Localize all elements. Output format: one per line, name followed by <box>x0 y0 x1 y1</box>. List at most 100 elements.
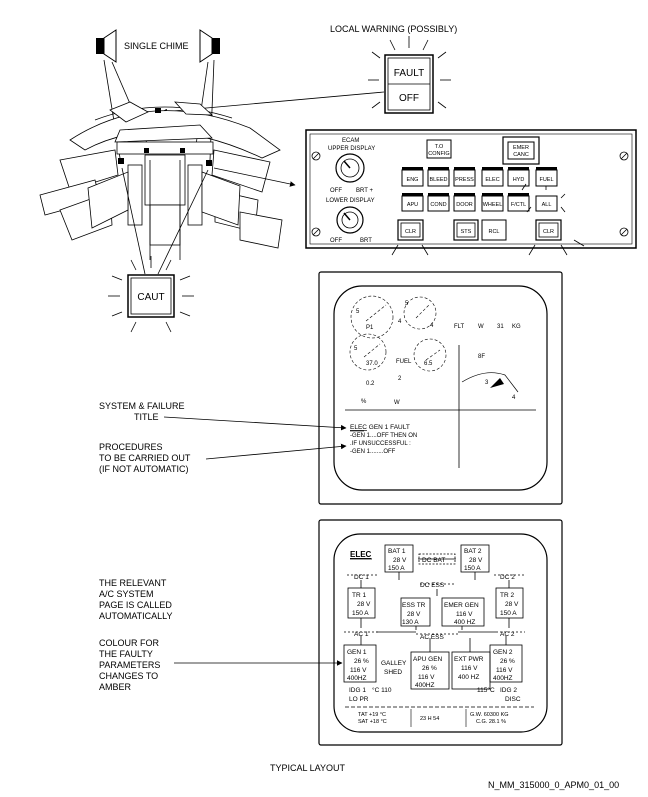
gen2-voltage: 116 V <box>496 667 513 674</box>
procedure-line-2: .IF UNSUCCESSFUL : <box>350 441 411 447</box>
svg-text:CONFIG: CONFIG <box>428 151 449 157</box>
relevant-label-2: A/C SYSTEM <box>99 589 154 599</box>
idg2-temp: 115°C <box>477 686 495 694</box>
ext-pwr-frequency: 400 HZ <box>458 674 479 681</box>
system-failure-label-2: TITLE <box>134 412 159 422</box>
cg-value: C.G. 28.1 % <box>476 719 506 725</box>
ecam-label: ECAM <box>342 138 359 144</box>
emer-canc-button[interactable]: EMER CANC <box>502 136 540 165</box>
svg-text:W: W <box>394 400 400 406</box>
upper-display-label: UPPER DISPLAY <box>328 146 375 152</box>
ac2-bus: AC 2 <box>500 631 515 638</box>
speaker-left-icon <box>96 29 117 63</box>
key-eng[interactable]: ENG <box>407 177 419 183</box>
key-door[interactable]: DOOR <box>456 202 473 208</box>
upper-display-knob[interactable] <box>335 153 365 183</box>
tr2-voltage: 28 V <box>505 601 519 608</box>
typical-layout-caption: TYPICAL LAYOUT <box>270 763 346 773</box>
apu-gen-load: 26 % <box>422 665 437 672</box>
svg-text:STS: STS <box>461 229 472 235</box>
svg-text:6.5: 6.5 <box>424 361 433 367</box>
apu-gen-voltage: 116 V <box>418 674 435 681</box>
svg-text:T.O: T.O <box>435 144 444 150</box>
bat2-current: 150 A <box>464 565 481 572</box>
svg-text:CLR: CLR <box>543 229 554 235</box>
procedure-line-3: -GEN 1........OFF <box>350 449 396 455</box>
key-fctl[interactable]: F/CTL <box>511 202 526 208</box>
ess-tr-name: ESS TR <box>402 602 426 609</box>
relevant-label-4: AUTOMATICALLY <box>99 611 173 621</box>
lower-display-knob[interactable] <box>336 206 364 234</box>
key-elec[interactable]: ELEC <box>485 177 499 183</box>
tat-value: TAT +19 °C <box>358 712 386 718</box>
svg-text:37.0: 37.0 <box>366 361 378 367</box>
svg-text:P1: P1 <box>366 325 374 331</box>
gen1-voltage: 116 V <box>350 667 367 674</box>
key-wheel[interactable]: WHEEL <box>483 202 503 208</box>
apu-gen-name: APU GEN <box>413 656 443 663</box>
svg-text:KG: KG <box>512 324 521 330</box>
key-apu[interactable]: APU <box>407 202 418 208</box>
local-warning-label: LOCAL WARNING (POSSIBLY) <box>330 24 457 34</box>
bat1-current: 150 A <box>388 565 405 572</box>
failure-title: ELEC GEN 1 FAULT <box>350 424 410 431</box>
key-all[interactable]: ALL <box>542 202 552 208</box>
colour-label-5: AMBER <box>99 682 132 692</box>
key-cond[interactable]: COND <box>430 202 446 208</box>
tr1-voltage: 28 V <box>357 601 371 608</box>
tr1-name: TR 1 <box>352 592 366 599</box>
dc-bat-bus: DC BAT <box>422 557 445 564</box>
emer-gen-name: EMER GEN <box>444 602 479 609</box>
key-bleed[interactable]: BLEED <box>429 177 447 183</box>
colour-label-3: PARAMETERS <box>99 660 160 670</box>
idg1-lo-pr: LO PR <box>349 696 369 703</box>
figure-id: N_MM_315000_0_APM0_01_00 <box>488 780 619 790</box>
emer-gen-voltage: 116 V <box>456 611 473 618</box>
tr1-current: 150 A <box>352 610 369 617</box>
relevant-label-1: THE RELEVANT <box>99 578 167 588</box>
time-value: 23 H 54 <box>420 716 439 722</box>
emer-gen-frequency: 400 HZ <box>454 619 475 626</box>
ecam-control-panel: ECAM UPPER DISPLAY OFF BRT + LOWER DISPL… <box>305 129 637 256</box>
procedures-label-1: PROCEDURES <box>99 442 163 452</box>
lower-off-label: OFF <box>330 238 342 244</box>
procedures-label-3: (IF NOT AUTOMATIC) <box>99 464 189 474</box>
procedure-line-1: -GEN 1....OFF THEN ON <box>350 433 417 439</box>
caut-light: CAUT <box>127 274 175 318</box>
key-fuel[interactable]: FUEL <box>539 177 553 183</box>
engine-warning-display: 5 P1 4 5 4 5 37.0 FUEL 6.5 0.2 2 FLT W 8… <box>318 271 563 505</box>
gen1-frequency: 400HZ <box>347 675 367 682</box>
clr-left-button[interactable]: CLR <box>397 219 424 241</box>
gross-weight-value: G.W. 60300 KG <box>470 712 509 718</box>
colour-label-2: THE FAULTY <box>99 649 153 659</box>
dc-ess-bus: DC ESS <box>420 582 445 589</box>
svg-text:CLR: CLR <box>405 229 416 235</box>
elec-system-display: ELEC BAT 1 28 V 150 A BAT 2 28 V 150 A D… <box>318 519 563 746</box>
upper-brt-label: BRT + <box>356 188 373 194</box>
svg-text:W: W <box>478 324 484 330</box>
elec-page-title: ELEC <box>350 550 372 559</box>
bat1-name: BAT 1 <box>388 548 406 555</box>
svg-text:0.2: 0.2 <box>366 381 375 387</box>
galley-label: GALLEY <box>381 660 407 667</box>
idg2-label: IDG 2 <box>500 687 517 694</box>
key-press[interactable]: PRESS <box>455 177 474 183</box>
clr-right-button[interactable]: CLR <box>535 219 562 241</box>
speaker-right-icon <box>199 29 220 63</box>
svg-text:8F: 8F <box>478 354 485 360</box>
ac-ess-bus: AC ESS <box>420 634 445 641</box>
idg1-label: IDG 1 <box>349 687 366 694</box>
sts-button[interactable]: STS <box>453 219 479 241</box>
to-config-button[interactable]: T.O CONFIG <box>426 139 452 159</box>
relevant-label-3: PAGE IS CALLED <box>99 600 172 610</box>
rcl-button[interactable]: RCL <box>481 219 507 241</box>
svg-text:CANC: CANC <box>513 152 529 158</box>
svg-text:RCL: RCL <box>488 229 499 235</box>
colour-label-1: COLOUR FOR <box>99 638 160 648</box>
galley-shed-label: SHED <box>384 669 402 676</box>
tr2-current: 150 A <box>500 610 517 617</box>
key-hyd[interactable]: HYD <box>513 177 525 183</box>
ess-tr-current: 130 A <box>402 619 419 626</box>
svg-text:%: % <box>361 399 367 405</box>
gen2-load: 26 % <box>500 658 515 665</box>
